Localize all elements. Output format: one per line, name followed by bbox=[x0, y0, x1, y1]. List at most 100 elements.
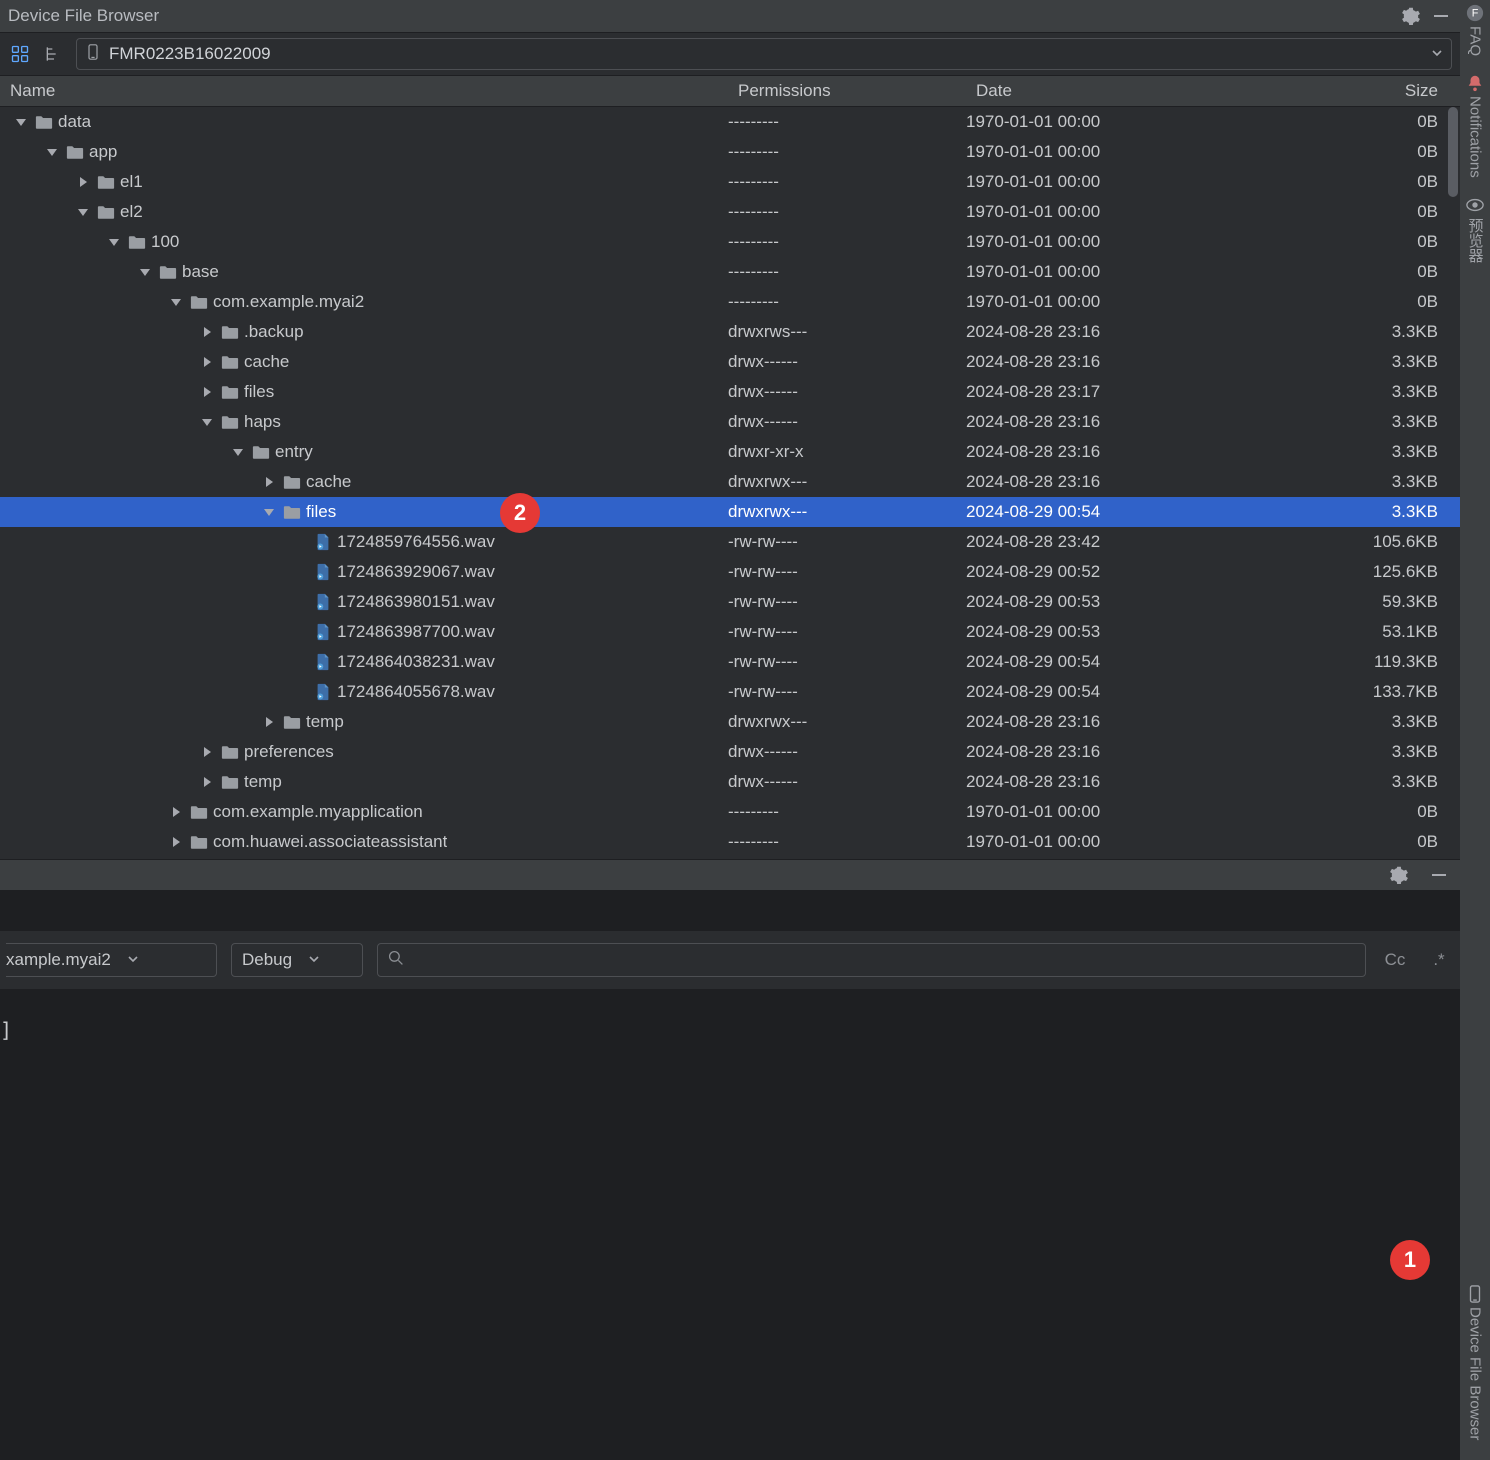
table-row[interactable]: el2---------1970-01-01 00:000B bbox=[0, 197, 1460, 227]
scrollbar-thumb[interactable] bbox=[1448, 107, 1458, 197]
table-row[interactable]: .backupdrwxrws---2024-08-28 23:163.3KB bbox=[0, 317, 1460, 347]
row-name: com.huawei.associateassistant bbox=[213, 832, 447, 852]
table-row[interactable]: com.example.myai2---------1970-01-01 00:… bbox=[0, 287, 1460, 317]
table-row[interactable]: data---------1970-01-01 00:000B bbox=[0, 107, 1460, 137]
row-size: 0B bbox=[1306, 832, 1460, 852]
table-row[interactable]: base---------1970-01-01 00:000B bbox=[0, 257, 1460, 287]
expand-arrow[interactable] bbox=[12, 119, 30, 126]
row-date: 2024-08-28 23:42 bbox=[958, 532, 1306, 552]
col-header-size[interactable]: Size bbox=[1316, 81, 1460, 101]
table-row[interactable]: filesdrwxrwx---2024-08-29 00:543.3KB bbox=[0, 497, 1460, 527]
table-row[interactable]: el1---------1970-01-01 00:000B bbox=[0, 167, 1460, 197]
table-row[interactable]: cachedrwx------2024-08-28 23:163.3KB bbox=[0, 347, 1460, 377]
expand-arrow[interactable] bbox=[198, 327, 216, 337]
chevron-down-icon bbox=[127, 950, 139, 970]
table-row[interactable]: entrydrwxr-xr-x2024-08-28 23:163.3KB bbox=[0, 437, 1460, 467]
table-row[interactable]: tempdrwx------2024-08-28 23:163.3KB bbox=[0, 767, 1460, 797]
expand-arrow[interactable] bbox=[229, 449, 247, 456]
expand-arrow[interactable] bbox=[260, 477, 278, 487]
table-row[interactable]: 1724863929067.wav-rw-rw----2024-08-29 00… bbox=[0, 557, 1460, 587]
row-size: 0B bbox=[1306, 802, 1460, 822]
table-row[interactable]: 100---------1970-01-01 00:000B bbox=[0, 227, 1460, 257]
expand-arrow[interactable] bbox=[136, 269, 154, 276]
row-name: 1724863987700.wav bbox=[337, 622, 495, 642]
col-header-name[interactable]: Name bbox=[0, 81, 730, 101]
vertical-scrollbar[interactable] bbox=[1446, 107, 1460, 859]
expand-arrow[interactable] bbox=[167, 299, 185, 306]
col-header-permissions[interactable]: Permissions bbox=[730, 81, 968, 101]
bell-icon bbox=[1466, 74, 1484, 92]
folder-icon bbox=[158, 265, 178, 280]
sync-button[interactable] bbox=[8, 42, 32, 66]
regex-button[interactable]: .* bbox=[1424, 950, 1454, 970]
log-output[interactable]: ] bbox=[0, 990, 1460, 1460]
table-row[interactable]: 1724864038231.wav-rw-rw----2024-08-29 00… bbox=[0, 647, 1460, 677]
row-date: 1970-01-01 00:00 bbox=[958, 202, 1306, 222]
grid-icon bbox=[10, 44, 30, 64]
row-date: 2024-08-28 23:16 bbox=[958, 412, 1306, 432]
search-icon bbox=[388, 950, 404, 971]
log-search-field[interactable] bbox=[412, 950, 1355, 970]
footer-minimize-button[interactable] bbox=[1428, 864, 1450, 886]
row-permissions: -rw-rw---- bbox=[720, 562, 958, 582]
col-header-date[interactable]: Date bbox=[968, 81, 1316, 101]
table-row[interactable]: 1724864055678.wav-rw-rw----2024-08-29 00… bbox=[0, 677, 1460, 707]
panel-titlebar: Device File Browser bbox=[0, 0, 1460, 33]
expand-arrow[interactable] bbox=[198, 419, 216, 426]
app-filter-combo[interactable]: xample.myai2 bbox=[6, 943, 217, 977]
row-permissions: --------- bbox=[720, 292, 958, 312]
expand-arrow[interactable] bbox=[198, 387, 216, 397]
row-date: 1970-01-01 00:00 bbox=[958, 292, 1306, 312]
table-row[interactable]: 1724859764556.wav-rw-rw----2024-08-28 23… bbox=[0, 527, 1460, 557]
annotation-badge-1: 1 bbox=[1390, 1240, 1430, 1280]
expand-arrow[interactable] bbox=[74, 209, 92, 216]
log-search-input[interactable] bbox=[377, 943, 1366, 977]
table-row[interactable]: com.example.myapplication---------1970-0… bbox=[0, 797, 1460, 827]
table-row[interactable]: app---------1970-01-01 00:000B bbox=[0, 137, 1460, 167]
expand-arrow[interactable] bbox=[43, 149, 61, 156]
row-permissions: --------- bbox=[720, 232, 958, 252]
row-name: preferences bbox=[244, 742, 334, 762]
table-row[interactable]: filesdrwx------2024-08-28 23:173.3KB bbox=[0, 377, 1460, 407]
panel-minimize-button[interactable] bbox=[1430, 5, 1452, 27]
row-date: 2024-08-28 23:17 bbox=[958, 382, 1306, 402]
expand-arrow[interactable] bbox=[198, 777, 216, 787]
table-row[interactable]: 1724863987700.wav-rw-rw----2024-08-29 00… bbox=[0, 617, 1460, 647]
file-icon bbox=[313, 593, 333, 611]
file-icon bbox=[313, 533, 333, 551]
expand-arrow[interactable] bbox=[74, 177, 92, 187]
table-body[interactable]: data---------1970-01-01 00:000Bapp------… bbox=[0, 107, 1460, 859]
row-size: 0B bbox=[1306, 142, 1460, 162]
expand-arrow[interactable] bbox=[198, 747, 216, 757]
folder-icon bbox=[189, 835, 209, 850]
table-row[interactable]: 1724863980151.wav-rw-rw----2024-08-29 00… bbox=[0, 587, 1460, 617]
row-name: haps bbox=[244, 412, 281, 432]
expand-arrow[interactable] bbox=[198, 357, 216, 367]
expand-arrow[interactable] bbox=[260, 717, 278, 727]
sidebar-device-file-browser[interactable]: Device File Browser bbox=[1466, 1285, 1484, 1440]
expand-arrow[interactable] bbox=[167, 837, 185, 847]
row-permissions: --------- bbox=[720, 832, 958, 852]
sidebar-faq[interactable]: F FAQ bbox=[1466, 4, 1484, 56]
sidebar-preview[interactable]: 预览器 bbox=[1465, 196, 1486, 263]
row-permissions: --------- bbox=[720, 172, 958, 192]
locate-button[interactable] bbox=[42, 42, 66, 66]
table-row[interactable]: com.huawei.associateassistant---------19… bbox=[0, 827, 1460, 857]
expand-arrow[interactable] bbox=[167, 807, 185, 817]
table-row[interactable]: cachedrwxrwx---2024-08-28 23:163.3KB bbox=[0, 467, 1460, 497]
level-filter-combo[interactable]: Debug bbox=[231, 943, 363, 977]
table-row[interactable]: hapsdrwx------2024-08-28 23:163.3KB bbox=[0, 407, 1460, 437]
phone-icon bbox=[85, 44, 101, 65]
expand-arrow[interactable] bbox=[260, 509, 278, 516]
table-row[interactable]: tempdrwxrwx---2024-08-28 23:163.3KB bbox=[0, 707, 1460, 737]
panel-settings-button[interactable] bbox=[1400, 5, 1422, 27]
footer-settings-button[interactable] bbox=[1388, 864, 1410, 886]
row-size: 133.7KB bbox=[1306, 682, 1460, 702]
table-row[interactable]: preferencesdrwx------2024-08-28 23:163.3… bbox=[0, 737, 1460, 767]
sidebar-notifications[interactable]: Notifications bbox=[1466, 74, 1484, 178]
folder-icon bbox=[220, 775, 240, 790]
match-case-button[interactable]: Cc bbox=[1380, 950, 1410, 970]
row-date: 2024-08-29 00:54 bbox=[958, 682, 1306, 702]
expand-arrow[interactable] bbox=[105, 239, 123, 246]
device-selector[interactable]: FMR0223B16022009 bbox=[76, 38, 1452, 70]
